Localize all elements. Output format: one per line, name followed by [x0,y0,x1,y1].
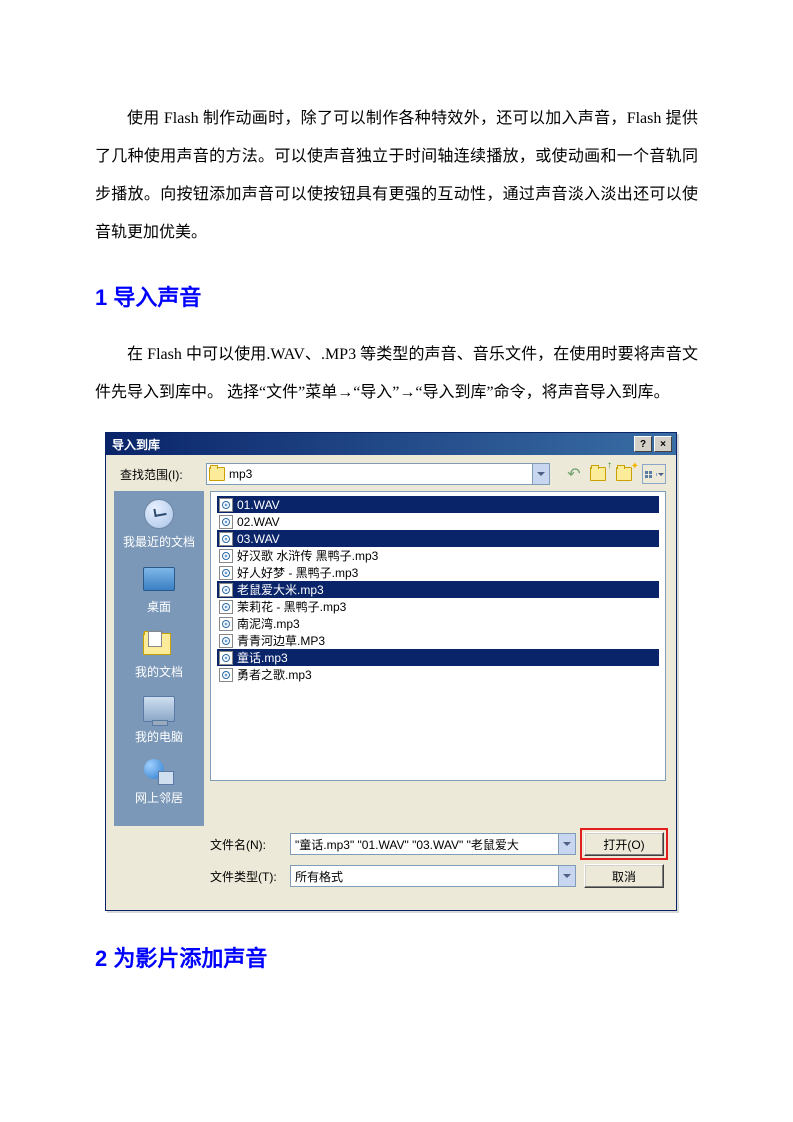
place-mydocs[interactable]: 我的文档 [135,629,183,680]
lookin-label: 查找范围(I): [120,466,200,483]
intro-paragraph: 使用 Flash 制作动画时，除了可以制作各种特效外，还可以加入声音，Flash… [95,100,698,252]
file-label: 童话.mp3 [237,649,288,666]
file-item[interactable]: 02.WAV [217,513,659,530]
lookin-combo[interactable]: mp3 [206,463,550,485]
file-label: 好人好梦 - 黑鸭子.mp3 [237,564,358,581]
file-item[interactable]: 勇者之歌.mp3 [217,666,659,683]
file-item[interactable]: 03.WAV [217,530,659,547]
file-item[interactable]: 好汉歌 水浒传 黑鸭子.mp3 [217,547,659,564]
import-paragraph: 在 Flash 中可以使用.WAV、.MP3 等类型的声音、音乐文件，在使用时要… [95,336,698,412]
audio-file-icon [219,566,233,580]
recent-docs-icon [144,499,174,529]
import-dialog: 导入到库 ? × 查找范围(I): mp3 ↶ ↑ [105,432,677,911]
heading-add-sound: 2 为影片添加声音 [95,941,698,973]
audio-file-icon [219,549,233,563]
audio-file-icon [219,532,233,546]
dialog-title: 导入到库 [110,436,632,453]
chevron-down-icon[interactable] [558,866,575,886]
my-computer-icon [143,696,175,722]
place-recent[interactable]: 我最近的文档 [123,499,195,550]
network-icon [144,759,174,785]
audio-file-icon [219,600,233,614]
file-label: 勇者之歌.mp3 [237,666,312,683]
audio-file-icon [219,583,233,597]
filename-input[interactable]: "童话.mp3" "01.WAV" "03.WAV" "老鼠爱大 [290,833,576,855]
back-icon[interactable]: ↶ [564,464,584,484]
audio-file-icon [219,515,233,529]
new-folder-icon[interactable]: ✦ [616,464,636,484]
close-button[interactable]: × [654,436,672,452]
lookin-value: mp3 [229,467,252,481]
file-label: 02.WAV [237,515,280,529]
file-label: 老鼠爱大米.mp3 [237,581,324,598]
chevron-down-icon[interactable] [532,464,549,484]
open-button[interactable]: 打开(O) [584,832,664,856]
file-item[interactable]: 01.WAV [217,496,659,513]
file-item[interactable]: 童话.mp3 [217,649,659,666]
place-mycomp[interactable]: 我的电脑 [135,694,183,745]
file-item[interactable]: 老鼠爱大米.mp3 [217,581,659,598]
file-label: 03.WAV [237,532,280,546]
cancel-button[interactable]: 取消 [584,864,664,888]
file-list[interactable]: 01.WAV 02.WAV 03.WAV好汉歌 水浒传 黑鸭子.mp3好人好梦 - … [210,491,666,781]
audio-file-icon [219,498,233,512]
up-one-level-icon[interactable]: ↑ [590,464,610,484]
place-desktop[interactable]: 桌面 [142,564,176,615]
views-icon[interactable] [642,464,666,484]
audio-file-icon [219,634,233,648]
file-label: 好汉歌 水浒传 黑鸭子.mp3 [237,547,378,564]
file-item[interactable]: 青青河边草.MP3 [217,632,659,649]
file-item[interactable]: 茉莉花 - 黑鸭子.mp3 [217,598,659,615]
audio-file-icon [219,651,233,665]
desktop-icon [143,567,175,591]
file-label: 青青河边草.MP3 [237,632,325,649]
help-button[interactable]: ? [634,436,652,452]
heading-import-sound: 1 导入声音 [95,280,698,312]
filetype-label: 文件类型(T): [210,868,282,885]
places-bar: 我最近的文档 桌面 我的文档 我的电脑 [114,491,204,826]
folder-icon [209,467,225,481]
file-label: 01.WAV [237,498,280,512]
file-item[interactable]: 南泥湾.mp3 [217,615,659,632]
filename-label: 文件名(N): [210,836,282,853]
audio-file-icon [219,668,233,682]
audio-file-icon [219,617,233,631]
place-network[interactable]: 网上邻居 [135,759,183,806]
dialog-titlebar[interactable]: 导入到库 ? × [106,433,676,455]
chevron-down-icon[interactable] [558,834,575,854]
file-label: 南泥湾.mp3 [237,615,300,632]
filetype-combo[interactable]: 所有格式 [290,865,576,887]
file-item[interactable]: 好人好梦 - 黑鸭子.mp3 [217,564,659,581]
file-label: 茉莉花 - 黑鸭子.mp3 [237,598,346,615]
